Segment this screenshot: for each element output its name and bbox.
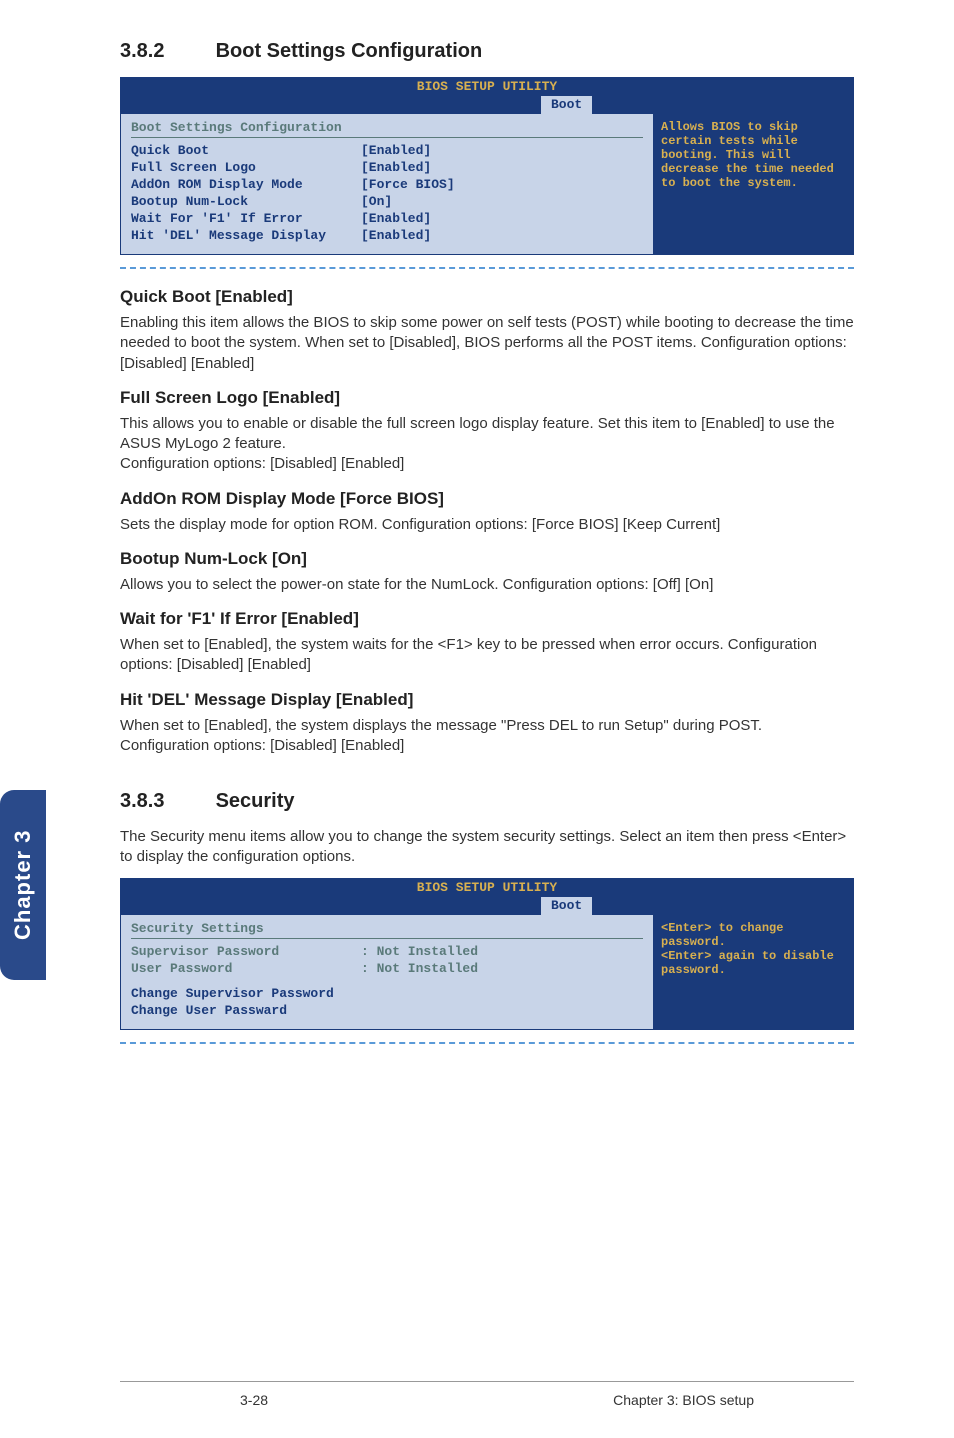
footer-chapter-label: Chapter 3: BIOS setup (613, 1392, 754, 1408)
bios-tab-row: Boot (121, 897, 853, 915)
bios-panel-security: BIOS SETUP UTILITY Boot Security Setting… (120, 878, 854, 1030)
bios-tab-row: Boot (121, 96, 853, 114)
bios-title: BIOS SETUP UTILITY (121, 78, 853, 96)
bios-tab-boot: Boot (541, 96, 592, 114)
section-title: Boot Settings Configuration (216, 40, 483, 62)
section-title: Security (216, 790, 295, 812)
page-footer: 3-28 Chapter 3: BIOS setup (120, 1386, 854, 1408)
bios-setting-label: Hit 'DEL' Message Display (131, 227, 361, 244)
item-description: This allows you to enable or disable the… (120, 414, 854, 475)
bios-setting-row: Hit 'DEL' Message Display[Enabled] (131, 227, 643, 244)
bios-info-row: User Password: Not Installed (131, 960, 643, 977)
section-intro: The Security menu items allow you to cha… (120, 827, 854, 868)
bios-panel-boot-settings: BIOS SETUP UTILITY Boot Boot Settings Co… (120, 77, 854, 255)
section-number: 3.8.3 (120, 790, 210, 813)
bios-setting-row: Full Screen Logo[Enabled] (131, 159, 643, 176)
bios-help-text: <Enter> to change password. <Enter> agai… (653, 915, 853, 1029)
bios-setting-value: [Force BIOS] (361, 176, 455, 193)
item-description: When set to [Enabled], the system displa… (120, 716, 854, 757)
bios-sub-heading: Boot Settings Configuration (131, 120, 643, 135)
bios-setting-label: Bootup Num-Lock (131, 193, 361, 210)
chapter-side-tab: Chapter 3 (0, 790, 46, 980)
bios-setting-row: Quick Boot[Enabled] (131, 142, 643, 159)
item-heading: Quick Boot [Enabled] (120, 287, 854, 307)
bios-action-label: Change Supervisor Password (131, 985, 334, 1002)
bios-info-label: Supervisor Password (131, 943, 361, 960)
bios-setting-value: [Enabled] (361, 210, 431, 227)
bios-action-row: Change Supervisor Password (131, 985, 643, 1002)
bios-info-row: Supervisor Password: Not Installed (131, 943, 643, 960)
footer-page-number: 3-28 (240, 1392, 268, 1408)
bios-setting-label: Full Screen Logo (131, 159, 361, 176)
bios-setting-value: [Enabled] (361, 227, 431, 244)
item-description: Sets the display mode for option ROM. Co… (120, 515, 854, 535)
bios-setting-value: [Enabled] (361, 159, 431, 176)
bios-action-label: Change User Passward (131, 1002, 287, 1019)
bios-setting-value: [Enabled] (361, 142, 431, 159)
item-heading: Full Screen Logo [Enabled] (120, 388, 854, 408)
item-heading: Bootup Num-Lock [On] (120, 549, 854, 569)
item-heading: Hit 'DEL' Message Display [Enabled] (120, 690, 854, 710)
item-heading: AddOn ROM Display Mode [Force BIOS] (120, 489, 854, 509)
item-description: When set to [Enabled], the system waits … (120, 635, 854, 676)
bios-setting-row: Bootup Num-Lock[On] (131, 193, 643, 210)
item-description: Enabling this item allows the BIOS to sk… (120, 313, 854, 374)
bios-info-value: : Not Installed (361, 960, 478, 977)
bios-title: BIOS SETUP UTILITY (121, 879, 853, 897)
bios-setting-label: Wait For 'F1' If Error (131, 210, 361, 227)
item-description: Allows you to select the power-on state … (120, 575, 854, 595)
bios-setting-label: Quick Boot (131, 142, 361, 159)
bios-help-text: Allows BIOS to skip certain tests while … (653, 114, 853, 254)
bios-setting-row: Wait For 'F1' If Error[Enabled] (131, 210, 643, 227)
bios-setting-label: AddOn ROM Display Mode (131, 176, 361, 193)
bios-tab-boot: Boot (541, 897, 592, 915)
item-heading: Wait for 'F1' If Error [Enabled] (120, 609, 854, 629)
bios-action-row: Change User Passward (131, 1002, 643, 1019)
bios-setting-row: AddOn ROM Display Mode[Force BIOS] (131, 176, 643, 193)
section-heading-382: 3.8.2 Boot Settings Configuration (120, 40, 854, 63)
bios-info-label: User Password (131, 960, 361, 977)
bios-setting-value: [On] (361, 193, 392, 210)
section-heading-383: 3.8.3 Security (120, 790, 854, 813)
bios-sub-heading: Security Settings (131, 921, 643, 936)
section-number: 3.8.2 (120, 40, 210, 63)
bios-info-value: : Not Installed (361, 943, 478, 960)
